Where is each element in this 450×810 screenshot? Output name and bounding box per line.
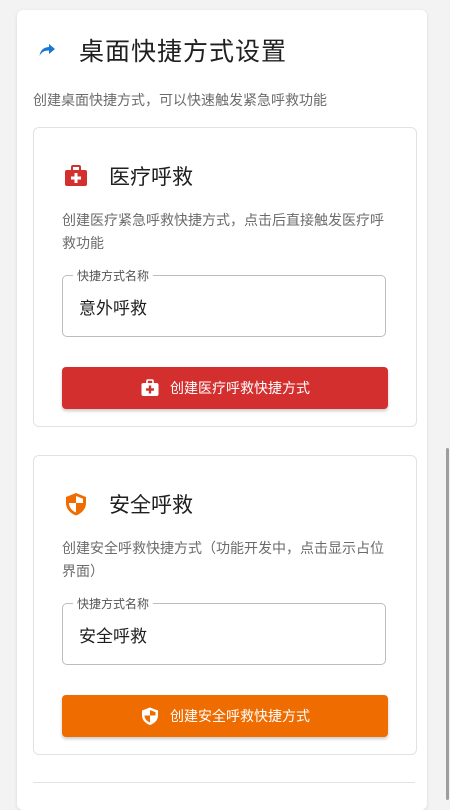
page-header: 桌面快捷方式设置	[34, 32, 287, 68]
settings-panel: 桌面快捷方式设置 创建桌面快捷方式，可以快速触发紧急呼救功能 医疗呼救 创建医疗…	[17, 10, 427, 810]
safety-card: 安全呼救 创建安全呼救快捷方式（功能开发中，点击显示占位界面） 快捷方式名称 创…	[33, 455, 417, 755]
medical-card-description: 创建医疗紧急呼救快捷方式，点击后直接触发医疗呼救功能	[62, 213, 384, 252]
divider	[33, 782, 415, 783]
shield-icon	[62, 490, 90, 518]
medical-shortcut-name-field[interactable]: 快捷方式名称	[62, 267, 386, 337]
medical-kit-icon	[140, 378, 160, 398]
medical-field-label: 快捷方式名称	[73, 267, 154, 284]
page-subtitle: 创建桌面快捷方式，可以快速触发紧急呼救功能	[33, 93, 327, 109]
safety-shortcut-name-field[interactable]: 快捷方式名称	[62, 595, 386, 665]
create-safety-shortcut-button[interactable]: 创建安全呼救快捷方式	[62, 695, 388, 737]
safety-card-title: 安全呼救	[109, 493, 193, 517]
shortcut-arrow-icon	[34, 37, 60, 63]
medical-card-header: 医疗呼救	[62, 161, 193, 191]
vertical-scrollbar[interactable]	[446, 448, 449, 800]
medical-shortcut-name-input[interactable]	[79, 292, 359, 320]
safety-field-label: 快捷方式名称	[73, 595, 154, 612]
safety-shortcut-name-input[interactable]	[79, 620, 359, 648]
create-medical-shortcut-button[interactable]: 创建医疗呼救快捷方式	[62, 367, 388, 409]
page-title: 桌面快捷方式设置	[79, 37, 288, 66]
shield-icon	[140, 706, 160, 726]
medical-card-title: 医疗呼救	[109, 165, 193, 189]
create-medical-shortcut-label: 创建医疗呼救快捷方式	[170, 381, 310, 397]
create-safety-shortcut-label: 创建安全呼救快捷方式	[170, 709, 310, 725]
medical-card: 医疗呼救 创建医疗紧急呼救快捷方式，点击后直接触发医疗呼救功能 快捷方式名称 创…	[33, 127, 417, 427]
safety-card-header: 安全呼救	[62, 489, 193, 519]
medical-kit-icon	[62, 162, 90, 190]
safety-card-description: 创建安全呼救快捷方式（功能开发中，点击显示占位界面）	[62, 541, 384, 580]
